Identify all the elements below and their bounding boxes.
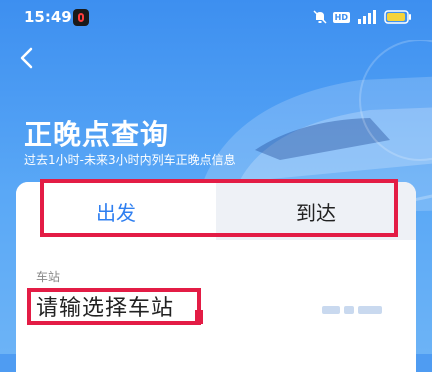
page-title: 正晚点查询 xyxy=(24,118,170,151)
status-time: 15:49 xyxy=(24,8,72,26)
hd-icon: HD xyxy=(332,11,350,23)
back-button[interactable] xyxy=(18,44,44,72)
page-subtitle: 过去1小时-未来3小时内列车正晚点信息 xyxy=(24,153,236,167)
chevron-left-icon xyxy=(20,47,33,69)
mute-bell-icon xyxy=(313,10,327,24)
battery-icon xyxy=(384,10,411,24)
status-bar: 15:49 HD xyxy=(0,0,432,38)
app-notification-icon xyxy=(73,9,89,26)
tabs-highlight-box xyxy=(40,179,398,237)
swap-button[interactable] xyxy=(322,298,392,322)
status-icons: HD xyxy=(313,10,412,24)
5g-signal-icon xyxy=(358,10,376,24)
station-highlight-box xyxy=(27,288,201,325)
station-field-label: 车站 xyxy=(36,270,61,284)
highlight-marker xyxy=(195,310,203,324)
